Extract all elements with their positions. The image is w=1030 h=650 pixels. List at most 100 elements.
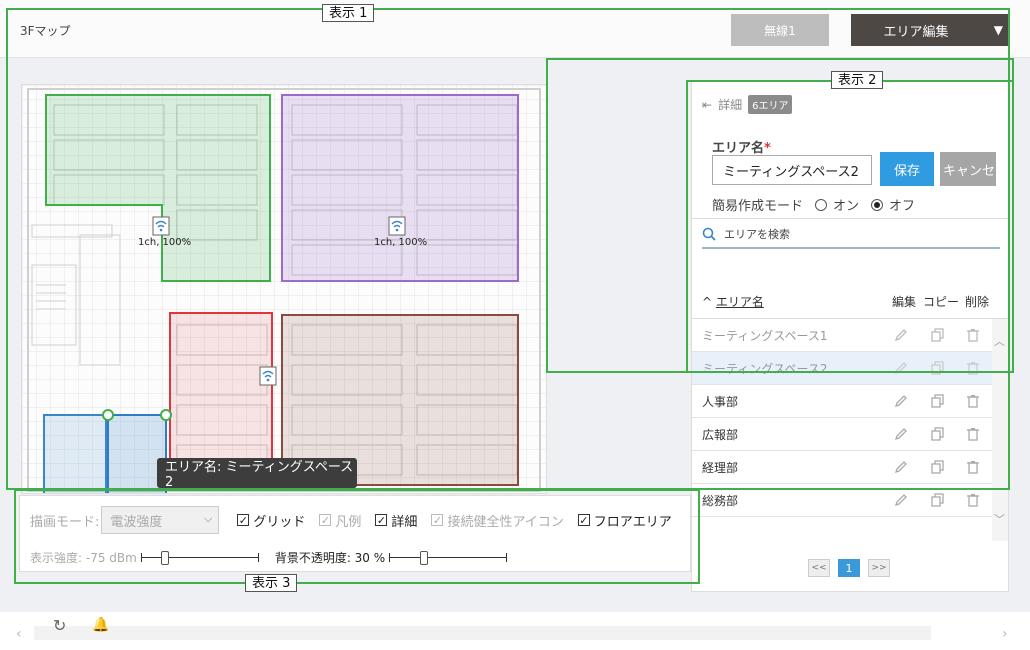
page-title: 3Fマップ bbox=[20, 24, 71, 38]
pencil-icon[interactable] bbox=[893, 327, 909, 343]
check-icon: ✓ bbox=[375, 513, 388, 527]
list-item-name: 経理部 bbox=[702, 461, 739, 475]
list-scrollbar[interactable]: ︿ ﹀ bbox=[992, 319, 1008, 541]
simple-mode-label: 簡易作成モード bbox=[712, 199, 804, 214]
zone-purple bbox=[281, 94, 519, 282]
draw-mode-select[interactable]: 電波強度 ⌵ bbox=[101, 506, 220, 534]
trash-icon[interactable] bbox=[965, 426, 981, 442]
ap-label: 1ch, 100% bbox=[138, 237, 192, 248]
strength-slider[interactable] bbox=[140, 550, 259, 565]
wireless-button[interactable]: 無線1 bbox=[731, 14, 829, 46]
list-item[interactable]: 総務部 bbox=[692, 484, 992, 517]
chevron-left-icon[interactable]: ‹ bbox=[16, 626, 22, 642]
col-delete: 削除 bbox=[965, 295, 990, 309]
list-item[interactable]: 経理部 bbox=[692, 451, 992, 484]
pencil-icon[interactable] bbox=[893, 393, 909, 409]
opacity-slider[interactable] bbox=[389, 550, 508, 565]
check-icon: ✓ bbox=[319, 513, 332, 527]
area-count-badge: 6エリア bbox=[748, 95, 793, 114]
scroll-down-icon[interactable]: ﹀ bbox=[994, 511, 1005, 527]
area-tooltip: エリア名: ミーティングスペース2 bbox=[157, 458, 357, 490]
save-button[interactable]: 保存 bbox=[880, 152, 934, 186]
collapse-left-icon: ⇤ bbox=[702, 97, 713, 112]
mode-off-label: オフ bbox=[889, 199, 916, 214]
area-panel: ⇤ 詳細 6エリア エリア名* 保存 キャンセル 簡易作成モード オン オフ エ… bbox=[691, 80, 1009, 592]
page-next-button[interactable]: >> bbox=[868, 559, 890, 577]
copy-icon[interactable] bbox=[930, 327, 946, 343]
zone-handle bbox=[102, 409, 114, 421]
list-item[interactable]: ミーティングスペース2 bbox=[692, 352, 992, 385]
detail-toggle[interactable]: ⇤ 詳細 6エリア bbox=[702, 95, 793, 114]
refresh-icon[interactable]: ↻ bbox=[53, 616, 66, 635]
page-first-button[interactable]: << bbox=[808, 559, 830, 577]
list-item[interactable]: 広報部 bbox=[692, 418, 992, 451]
bell-icon[interactable]: 🔔 bbox=[92, 617, 109, 633]
wifi-ap-icon bbox=[259, 366, 277, 386]
sort-by-name[interactable]: ^ エリア名 bbox=[702, 293, 764, 310]
health-icon-checkbox[interactable]: ✓ 接続健全性アイコン bbox=[431, 511, 564, 530]
list-item[interactable]: 人事部 bbox=[692, 385, 992, 418]
grid-checkbox[interactable]: ✓ グリッド bbox=[237, 511, 305, 530]
simple-mode-row: 簡易作成モード オン オフ bbox=[712, 195, 915, 214]
pencil-icon[interactable] bbox=[893, 360, 909, 376]
area-name-label: エリア名* bbox=[712, 141, 771, 156]
scroll-up-icon[interactable]: ︿ bbox=[994, 333, 1005, 349]
area-edit-dropdown[interactable]: エリア編集 ▼ bbox=[851, 14, 1009, 46]
chevron-right-icon[interactable]: › bbox=[1002, 626, 1008, 642]
detail-checkbox[interactable]: ✓ 詳細 bbox=[375, 511, 417, 530]
trash-icon[interactable] bbox=[965, 360, 981, 376]
annotation-label-1: 表示 1 bbox=[322, 4, 375, 22]
pencil-icon[interactable] bbox=[893, 459, 909, 475]
cancel-button[interactable]: キャンセル bbox=[940, 152, 996, 186]
area-name-input[interactable] bbox=[712, 155, 872, 185]
copy-icon[interactable] bbox=[930, 393, 946, 409]
annotation-label-3: 表示 3 bbox=[245, 574, 298, 592]
area-edit-label: エリア編集 bbox=[883, 24, 949, 40]
pencil-icon[interactable] bbox=[893, 426, 909, 442]
check-icon: ✓ bbox=[577, 513, 590, 527]
caret-down-icon[interactable]: ▼ bbox=[994, 23, 1003, 37]
floor-plan-svg bbox=[22, 85, 546, 493]
zone-handle bbox=[160, 409, 172, 421]
strength-label: 表示強度: -75 dBm bbox=[30, 551, 137, 565]
slider-handle[interactable] bbox=[420, 550, 429, 565]
horizontal-scrollbar[interactable] bbox=[34, 626, 931, 640]
copy-icon[interactable] bbox=[930, 459, 946, 475]
ap-label: 1ch, 100% bbox=[374, 237, 428, 248]
col-copy: コピー bbox=[923, 295, 960, 309]
pencil-icon[interactable] bbox=[893, 492, 909, 508]
trash-icon[interactable] bbox=[965, 492, 981, 508]
slider-row: 表示強度: -75 dBm 背景不透明度: 30 % bbox=[30, 549, 523, 566]
legend-checkbox[interactable]: ✓ 凡例 bbox=[319, 511, 361, 530]
mode-on-label: オン bbox=[833, 199, 860, 214]
area-search-input[interactable]: エリアを検索 bbox=[702, 221, 1000, 249]
wifi-ap-icon bbox=[152, 216, 170, 236]
copy-icon[interactable] bbox=[930, 492, 946, 508]
search-icon bbox=[702, 227, 716, 241]
floor-area-checkbox[interactable]: ✓ フロアエリア bbox=[577, 511, 672, 530]
list-item-name: ミーティングスペース2 bbox=[702, 362, 828, 376]
display-toolbar: 描画モード: 電波強度 ⌵ ✓ グリッド ✓ 凡例 ✓ 詳細 ✓ 接続健全性アイコン ✓… bbox=[19, 495, 691, 572]
display-options-row: 描画モード: 電波強度 ⌵ ✓ グリッド ✓ 凡例 ✓ 詳細 ✓ 接続健全性アイコン ✓… bbox=[30, 506, 686, 534]
check-icon: ✓ bbox=[237, 513, 250, 527]
page-current-button[interactable]: 1 bbox=[838, 559, 860, 577]
trash-icon[interactable] bbox=[965, 459, 981, 475]
copy-icon[interactable] bbox=[930, 426, 946, 442]
floor-map[interactable]: 1ch, 100% 1ch, 100% bbox=[21, 84, 547, 494]
sort-asc-icon: ^ bbox=[702, 295, 716, 309]
trash-icon[interactable] bbox=[965, 393, 981, 409]
list-item-name: ミーティングスペース1 bbox=[702, 329, 828, 343]
mode-on-radio[interactable] bbox=[815, 198, 828, 211]
mode-off-radio[interactable] bbox=[871, 198, 884, 211]
trash-icon[interactable] bbox=[965, 327, 981, 343]
list-header: ^ エリア名 編集 コピー 削除 bbox=[692, 289, 1008, 319]
list-item[interactable]: ミーティングスペース1 bbox=[692, 319, 992, 352]
copy-icon[interactable] bbox=[930, 360, 946, 376]
opacity-label: 背景不透明度: 30 % bbox=[274, 551, 386, 565]
draw-mode-value: 電波強度 bbox=[110, 514, 163, 530]
area-list: ミーティングスペース1 ミーティングスペース2 人事部 広報部 経理部 総務部 bbox=[692, 319, 992, 517]
slider-handle[interactable] bbox=[160, 550, 169, 565]
pagination: << 1 >> bbox=[808, 559, 890, 577]
draw-mode-label: 描画モード: bbox=[30, 514, 100, 530]
list-item-name: 広報部 bbox=[702, 428, 739, 442]
